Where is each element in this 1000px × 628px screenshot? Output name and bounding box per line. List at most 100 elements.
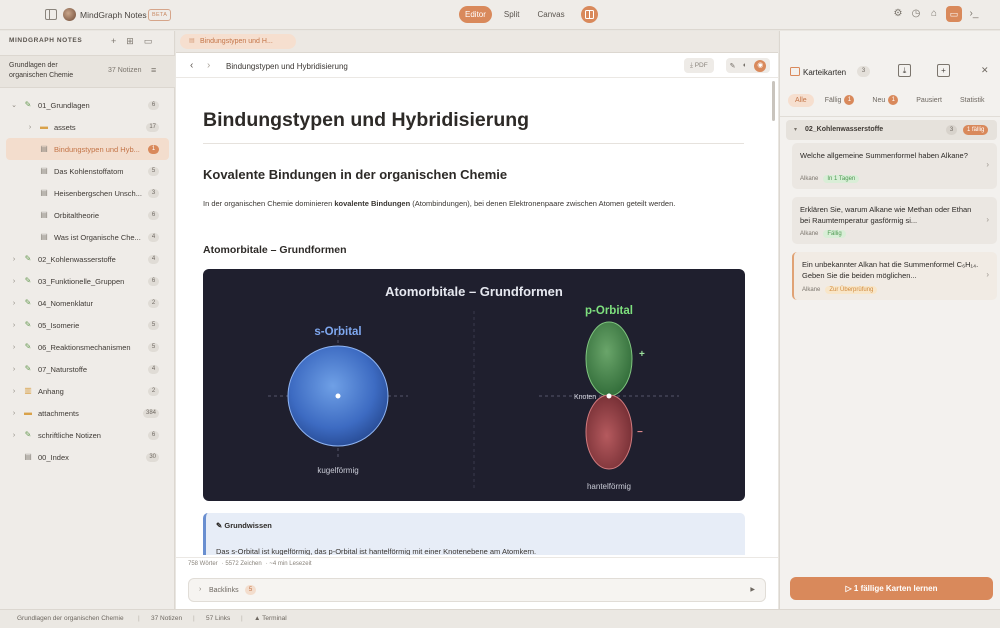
- chevron-right-icon[interactable]: ›: [10, 366, 18, 373]
- editor-mode-tools: ✎ ◐ ◉: [726, 58, 770, 73]
- learn-cards-button[interactable]: ▷ 1 fällige Karten lernen: [790, 577, 993, 600]
- filter-tab[interactable]: Statistik: [953, 94, 992, 107]
- chevron-right-icon[interactable]: ›: [10, 410, 18, 417]
- close-icon[interactable]: ✕: [981, 65, 989, 76]
- sort-icon[interactable]: ≡: [151, 65, 156, 75]
- tree-item-folder[interactable]: › ✎ 04_Nomenklatur 2: [0, 292, 175, 314]
- tree-item-folder[interactable]: › ✎ schriftliche Notizen 6: [0, 424, 175, 446]
- panel-divider: [780, 116, 1000, 117]
- tree-item-note[interactable]: ▤ Was ist Organische Che... 4: [0, 226, 175, 248]
- reading-view-icon[interactable]: ◉: [754, 59, 767, 72]
- editor-scrollbar[interactable]: [772, 81, 775, 121]
- tree-item-folder[interactable]: ⌄ ✎ 01_Grundlagen 6: [0, 94, 175, 116]
- flashcard-item[interactable]: Erklären Sie, warum Alkane wie Methan od…: [792, 197, 997, 244]
- tree-item-note[interactable]: ▤ 00_Index 30: [0, 446, 175, 468]
- title-divider: [203, 143, 744, 144]
- tree-item-count: 4: [148, 232, 159, 242]
- learn-button-label: 1 fällige Karten lernen: [853, 584, 938, 593]
- filter-tab[interactable]: Alle: [788, 93, 814, 107]
- clock-icon[interactable]: ◷: [910, 8, 922, 20]
- vault-note-count: 37 Notizen: [108, 67, 142, 74]
- intro-paragraph: In der organischen Chemie dominieren kov…: [203, 197, 738, 211]
- add-card-icon[interactable]: +: [937, 64, 950, 77]
- new-note-icon[interactable]: +: [111, 36, 116, 47]
- tree-item-label: Bindungstypen und Hyb...: [54, 144, 140, 154]
- filter-label: Alle: [795, 96, 807, 104]
- tree-item-count: 4: [148, 254, 159, 264]
- chevron-right-icon[interactable]: ›: [26, 124, 34, 131]
- tree-item-note[interactable]: ▤ Heisenbergschen Unsch... 3: [0, 182, 175, 204]
- gear-icon[interactable]: ⚙: [892, 8, 904, 20]
- filter-tabs: Alle Fällig 1 Neu 1 Pausiert Statistik: [788, 92, 998, 108]
- chevron-right-icon[interactable]: ›: [10, 432, 18, 439]
- tab-active-note[interactable]: ▤ Bindungstypen und H...: [180, 34, 296, 49]
- export-pdf-button[interactable]: ⤓ PDF: [684, 58, 714, 73]
- tree-item-note[interactable]: ▤ Bindungstypen und Hyb... 1: [6, 138, 169, 160]
- edit-pencil-icon[interactable]: ✎: [730, 62, 736, 70]
- folder-icon: ▬: [40, 122, 48, 131]
- tree-item-folder[interactable]: › ▬ attachments 384: [0, 402, 175, 424]
- play-icon[interactable]: ▶: [750, 586, 755, 593]
- editor-pane: ▤ Bindungstypen und H... ‹ › Bindungstyp…: [176, 31, 778, 609]
- card-question: Ein unbekannter Alkan hat die Summenform…: [802, 260, 979, 280]
- flashcards-icon[interactable]: ▭: [946, 6, 962, 22]
- file-icon: ▤: [40, 188, 48, 197]
- para-text-end: (Atombindungen), bei denen Elektronenpaa…: [410, 199, 676, 208]
- status-notes: 37 Notizen: [151, 615, 183, 622]
- filter-tab[interactable]: Fällig 1: [818, 92, 862, 108]
- flashcards-panel: Karteikarten 3 ⤓ + ✕ Alle Fällig 1 Neu 1 Paus…: [779, 31, 1000, 609]
- chevron-right-icon[interactable]: ›: [10, 278, 18, 285]
- import-icon[interactable]: ⤓: [898, 64, 911, 77]
- flashcard-item[interactable]: Welche allgemeine Summenformel haben Alk…: [792, 143, 997, 189]
- editor-header: ‹ › Bindungstypen und Hybridisierung ⤓ P…: [176, 54, 778, 78]
- tree-item-folder[interactable]: › ✎ 06_Reaktionsmechanismen 5: [0, 336, 175, 358]
- live-preview-icon[interactable]: ◐: [743, 62, 747, 69]
- terminal-toggle[interactable]: ▲ Terminal: [254, 610, 287, 628]
- chevron-right-icon: ›: [986, 214, 989, 224]
- chevron-right-icon[interactable]: ›: [10, 388, 18, 395]
- tag-icon[interactable]: ⌂: [928, 8, 940, 20]
- terminal-label: Terminal: [262, 615, 287, 622]
- card-topic: Alkane: [800, 231, 819, 237]
- tree-item-note[interactable]: ▤ Orbitaltheorie 6: [0, 204, 175, 226]
- folder-open-icon[interactable]: ▭: [144, 36, 153, 47]
- view-editor-button[interactable]: Editor: [459, 6, 492, 23]
- tree-item-folder[interactable]: › ✎ 03_Funktionelle_Gruppen 6: [0, 270, 175, 292]
- card-status-badge: Zur Überprüfung: [825, 286, 878, 294]
- tree-item-folder[interactable]: › ✎ 05_Isomerie 5: [0, 314, 175, 336]
- s-orbital-caption: kugelförmig: [317, 466, 358, 475]
- tree-item-folder[interactable]: › ✎ 07_Naturstoffe 4: [0, 358, 175, 380]
- vault-header[interactable]: Grundlagen der organischen Chemie 37 Not…: [0, 55, 175, 88]
- tree-item-folder[interactable]: › ▬ assets 17: [0, 116, 175, 138]
- figure-title: Atomorbitale – Grundformen: [385, 284, 563, 299]
- flashcard-item[interactable]: Ein unbekannter Alkan hat die Summenform…: [792, 252, 997, 300]
- plus-sign: +: [639, 349, 645, 360]
- deck-header[interactable]: ▾ 02_Kohlenwasserstoffe 3 1 fällig: [786, 120, 997, 140]
- vault-name: Grundlagen der organischen Chemie: [9, 62, 74, 79]
- chevron-right-icon[interactable]: ›: [10, 322, 18, 329]
- chevron-down-icon: ▾: [794, 127, 798, 133]
- tree-item-note[interactable]: ▤ Das Kohlenstoffatom 5: [0, 160, 175, 182]
- new-folder-icon[interactable]: ⊞: [126, 36, 134, 47]
- backlinks-label: Backlinks: [209, 587, 239, 594]
- callout-box: ✎ Grundwissen Das s-Orbital ist kugelför…: [203, 513, 745, 555]
- sidebar-toggle-icon[interactable]: [45, 9, 57, 20]
- terminal-icon[interactable]: ›_: [968, 8, 980, 20]
- chevron-right-icon[interactable]: ›: [10, 256, 18, 263]
- chevron-down-icon[interactable]: ⌄: [10, 101, 18, 109]
- view-split-button[interactable]: Split: [498, 6, 526, 23]
- chevron-right-icon[interactable]: ›: [10, 344, 18, 351]
- chevron-right-icon[interactable]: ›: [10, 300, 18, 307]
- flashcard-icon: [790, 67, 800, 76]
- tree-item-folder[interactable]: › ▥ Anhang 2: [0, 380, 175, 402]
- back-arrow-icon[interactable]: ‹: [190, 60, 193, 71]
- status-separator: |: [138, 615, 140, 622]
- view-canvas-button[interactable]: Canvas: [531, 6, 570, 23]
- filter-tab[interactable]: Pausiert: [909, 94, 949, 107]
- tree-item-folder[interactable]: › ✎ 02_Kohlenwasserstoffe 4: [0, 248, 175, 270]
- split-panel-button[interactable]: [580, 6, 598, 23]
- orbital-figure: Atomorbitale – Grundformen s-Orbital kug…: [203, 269, 745, 501]
- backlinks-panel[interactable]: › Backlinks 5 ▶: [188, 578, 766, 602]
- filter-tab[interactable]: Neu 1: [865, 92, 905, 108]
- forward-arrow-icon[interactable]: ›: [207, 60, 210, 71]
